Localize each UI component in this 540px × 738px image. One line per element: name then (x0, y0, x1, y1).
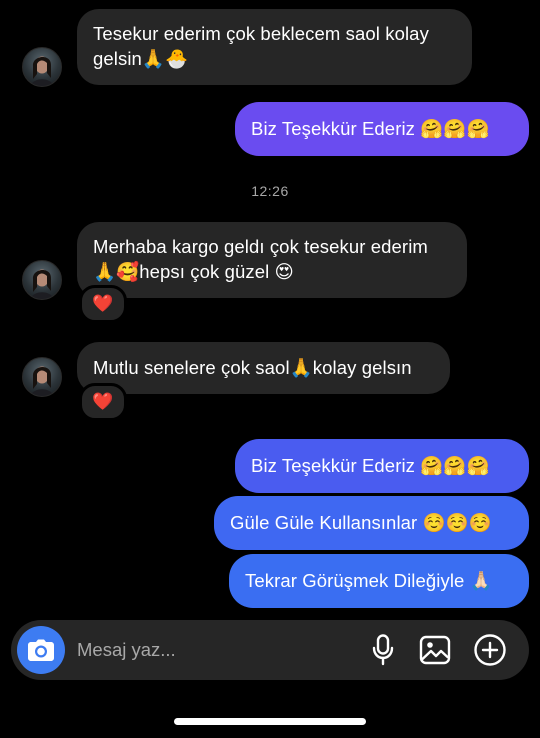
avatar[interactable] (22, 47, 62, 87)
gallery-button[interactable] (417, 632, 453, 668)
gallery-icon (419, 635, 451, 665)
avatar[interactable] (22, 357, 62, 397)
camera-icon (28, 639, 54, 661)
message-text: Biz Teşekkür Ederiz 🤗🤗🤗 (251, 455, 490, 476)
add-attachment-button[interactable] (472, 632, 508, 668)
message-bubble-outgoing[interactable]: Biz Teşekkür Ederiz 🤗🤗🤗 (235, 439, 529, 493)
message-input[interactable] (77, 637, 347, 663)
microphone-icon (372, 634, 394, 666)
timestamp-divider: 12:26 (251, 183, 289, 199)
message-text: Biz Teşekkür Ederiz 🤗🤗🤗 (251, 118, 490, 139)
message-text: Merhaba kargo geldı çok tesekur ederim (93, 236, 428, 257)
message-text: Tesekur ederim çok beklecem saol kolay (93, 23, 429, 44)
message-bubble-incoming[interactable]: Tesekur ederim çok beklecem saol kolay g… (77, 9, 472, 85)
home-indicator[interactable] (174, 718, 366, 725)
message-bubble-incoming[interactable]: Mutlu senelere çok saol🙏kolay gelsın (77, 342, 450, 394)
message-composer (11, 620, 529, 680)
message-bubble-outgoing[interactable]: Biz Teşekkür Ederiz 🤗🤗🤗 (235, 102, 529, 156)
message-text: 🙏🥰hepsı çok güzel 😍 (93, 261, 294, 282)
message-text: gelsin🙏🐣 (93, 48, 189, 69)
heart-reaction-badge[interactable]: ❤️ (79, 285, 127, 323)
message-text: Mutlu senelere çok saol🙏kolay gelsın (93, 357, 412, 378)
avatar-image (31, 56, 53, 86)
message-bubble-outgoing[interactable]: Tekrar Görüşmek Dileğiyle 🙏🏻 (229, 554, 529, 608)
message-text: Güle Güle Kullansınlar ☺️☺️☺️ (230, 512, 492, 533)
avatar-image (31, 366, 53, 396)
message-text: Tekrar Görüşmek Dileğiyle 🙏🏻 (245, 570, 493, 591)
heart-icon: ❤️ (92, 294, 114, 313)
camera-button[interactable] (17, 626, 65, 674)
avatar-image (31, 269, 53, 299)
plus-circle-icon (474, 634, 506, 666)
voice-message-button[interactable] (365, 632, 401, 668)
message-bubble-outgoing[interactable]: Güle Güle Kullansınlar ☺️☺️☺️ (214, 496, 529, 550)
message-bubble-incoming[interactable]: Merhaba kargo geldı çok tesekur ederim 🙏… (77, 222, 467, 298)
heart-reaction-badge[interactable]: ❤️ (79, 383, 127, 421)
heart-icon: ❤️ (92, 392, 114, 411)
avatar[interactable] (22, 260, 62, 300)
